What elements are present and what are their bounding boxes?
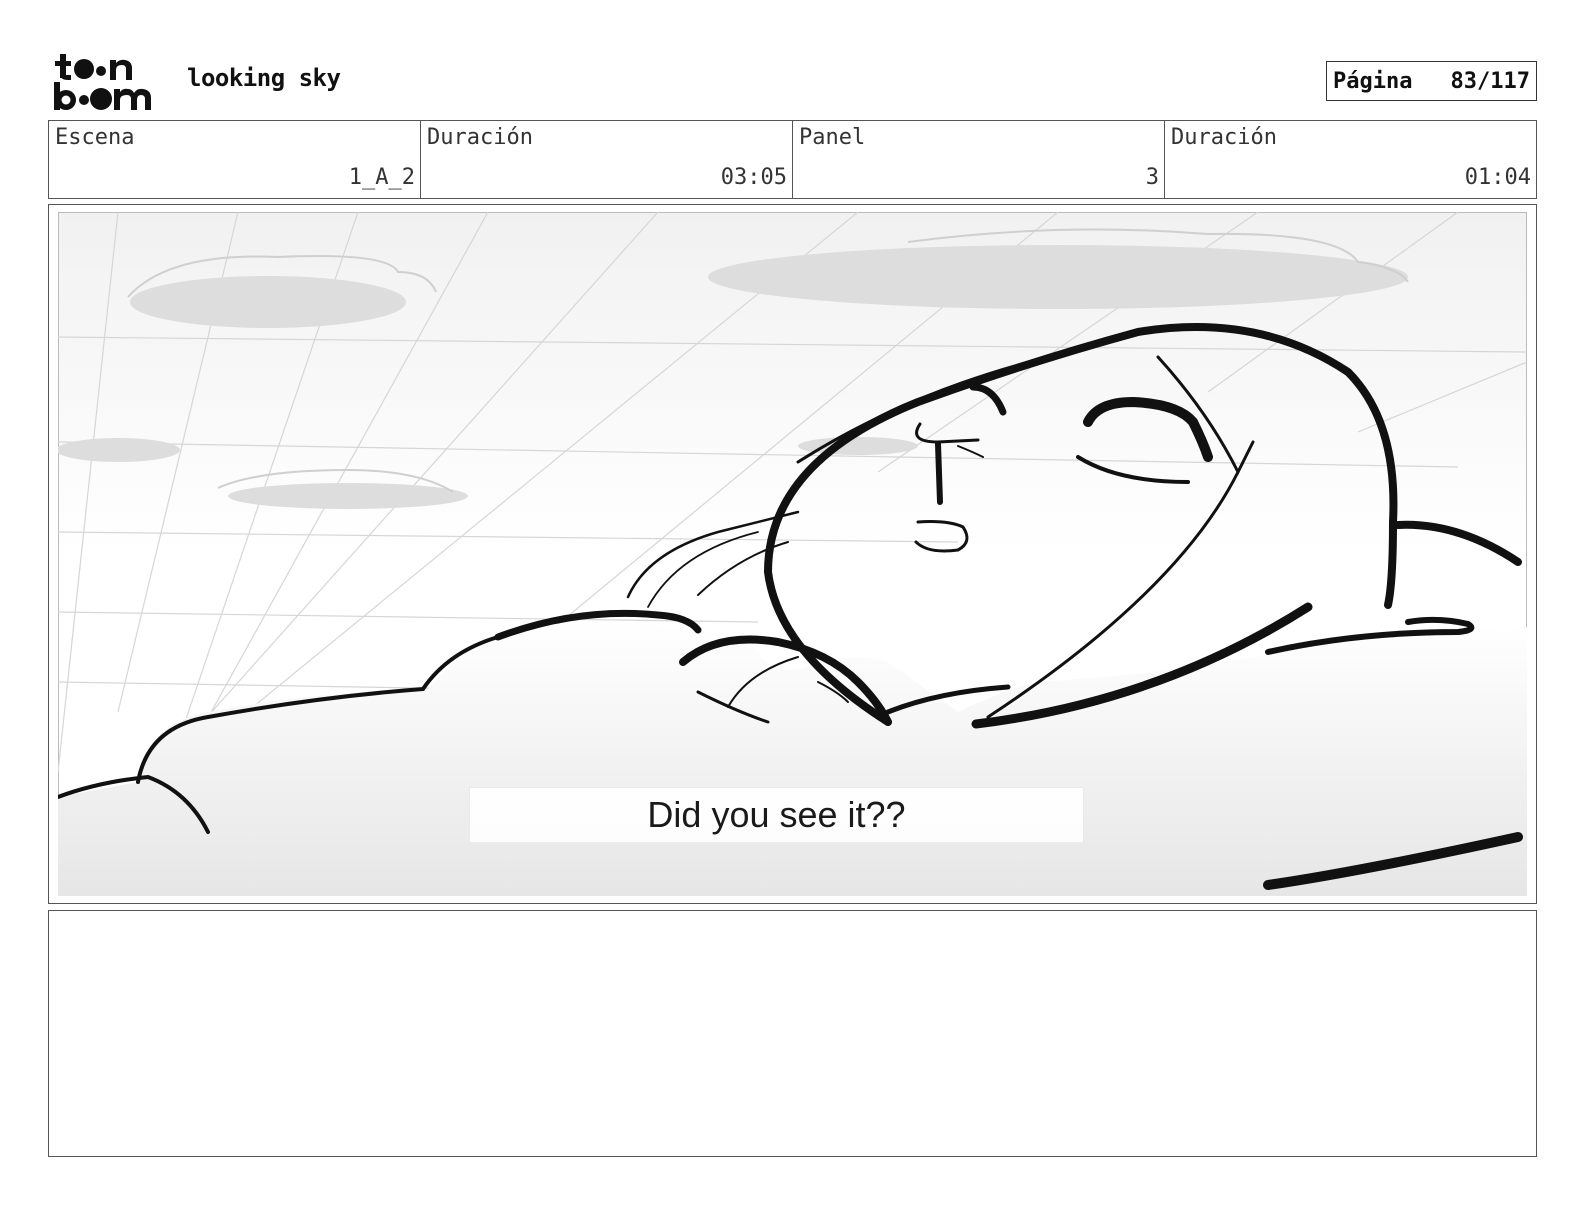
page-indicator: Página 83/117 bbox=[1326, 61, 1537, 101]
panel-label: Panel bbox=[799, 125, 866, 150]
page-number: 83/117 bbox=[1450, 68, 1530, 94]
storyboard-panel: Did you see it?? bbox=[48, 204, 1537, 904]
scene-label: Escena bbox=[55, 125, 135, 150]
page-label: Página bbox=[1333, 68, 1413, 94]
panel-cell: Panel 3 bbox=[793, 121, 1165, 198]
panel-duration-label: Duración bbox=[1171, 125, 1277, 150]
notes-area[interactable] bbox=[48, 910, 1537, 1157]
document-title: looking sky bbox=[187, 64, 341, 92]
scene-value: 1_A_2 bbox=[348, 165, 415, 190]
caption-text: Did you see it?? bbox=[647, 794, 906, 835]
toon-boom-logo bbox=[54, 54, 151, 110]
scene-duration-value: 03:05 bbox=[720, 165, 787, 190]
scene-cell: Escena 1_A_2 bbox=[49, 121, 421, 198]
caption-box: Did you see it?? bbox=[469, 787, 1084, 843]
scene-duration-label: Duración bbox=[427, 125, 533, 150]
panel-duration-value: 01:04 bbox=[1464, 165, 1531, 190]
panel-duration-cell: Duración 01:04 bbox=[1165, 121, 1536, 198]
panel-value: 3 bbox=[1145, 165, 1159, 190]
panel-info-row: Escena 1_A_2 Duración 03:05 Panel 3 Dura… bbox=[48, 120, 1537, 199]
scene-duration-cell: Duración 03:05 bbox=[421, 121, 793, 198]
